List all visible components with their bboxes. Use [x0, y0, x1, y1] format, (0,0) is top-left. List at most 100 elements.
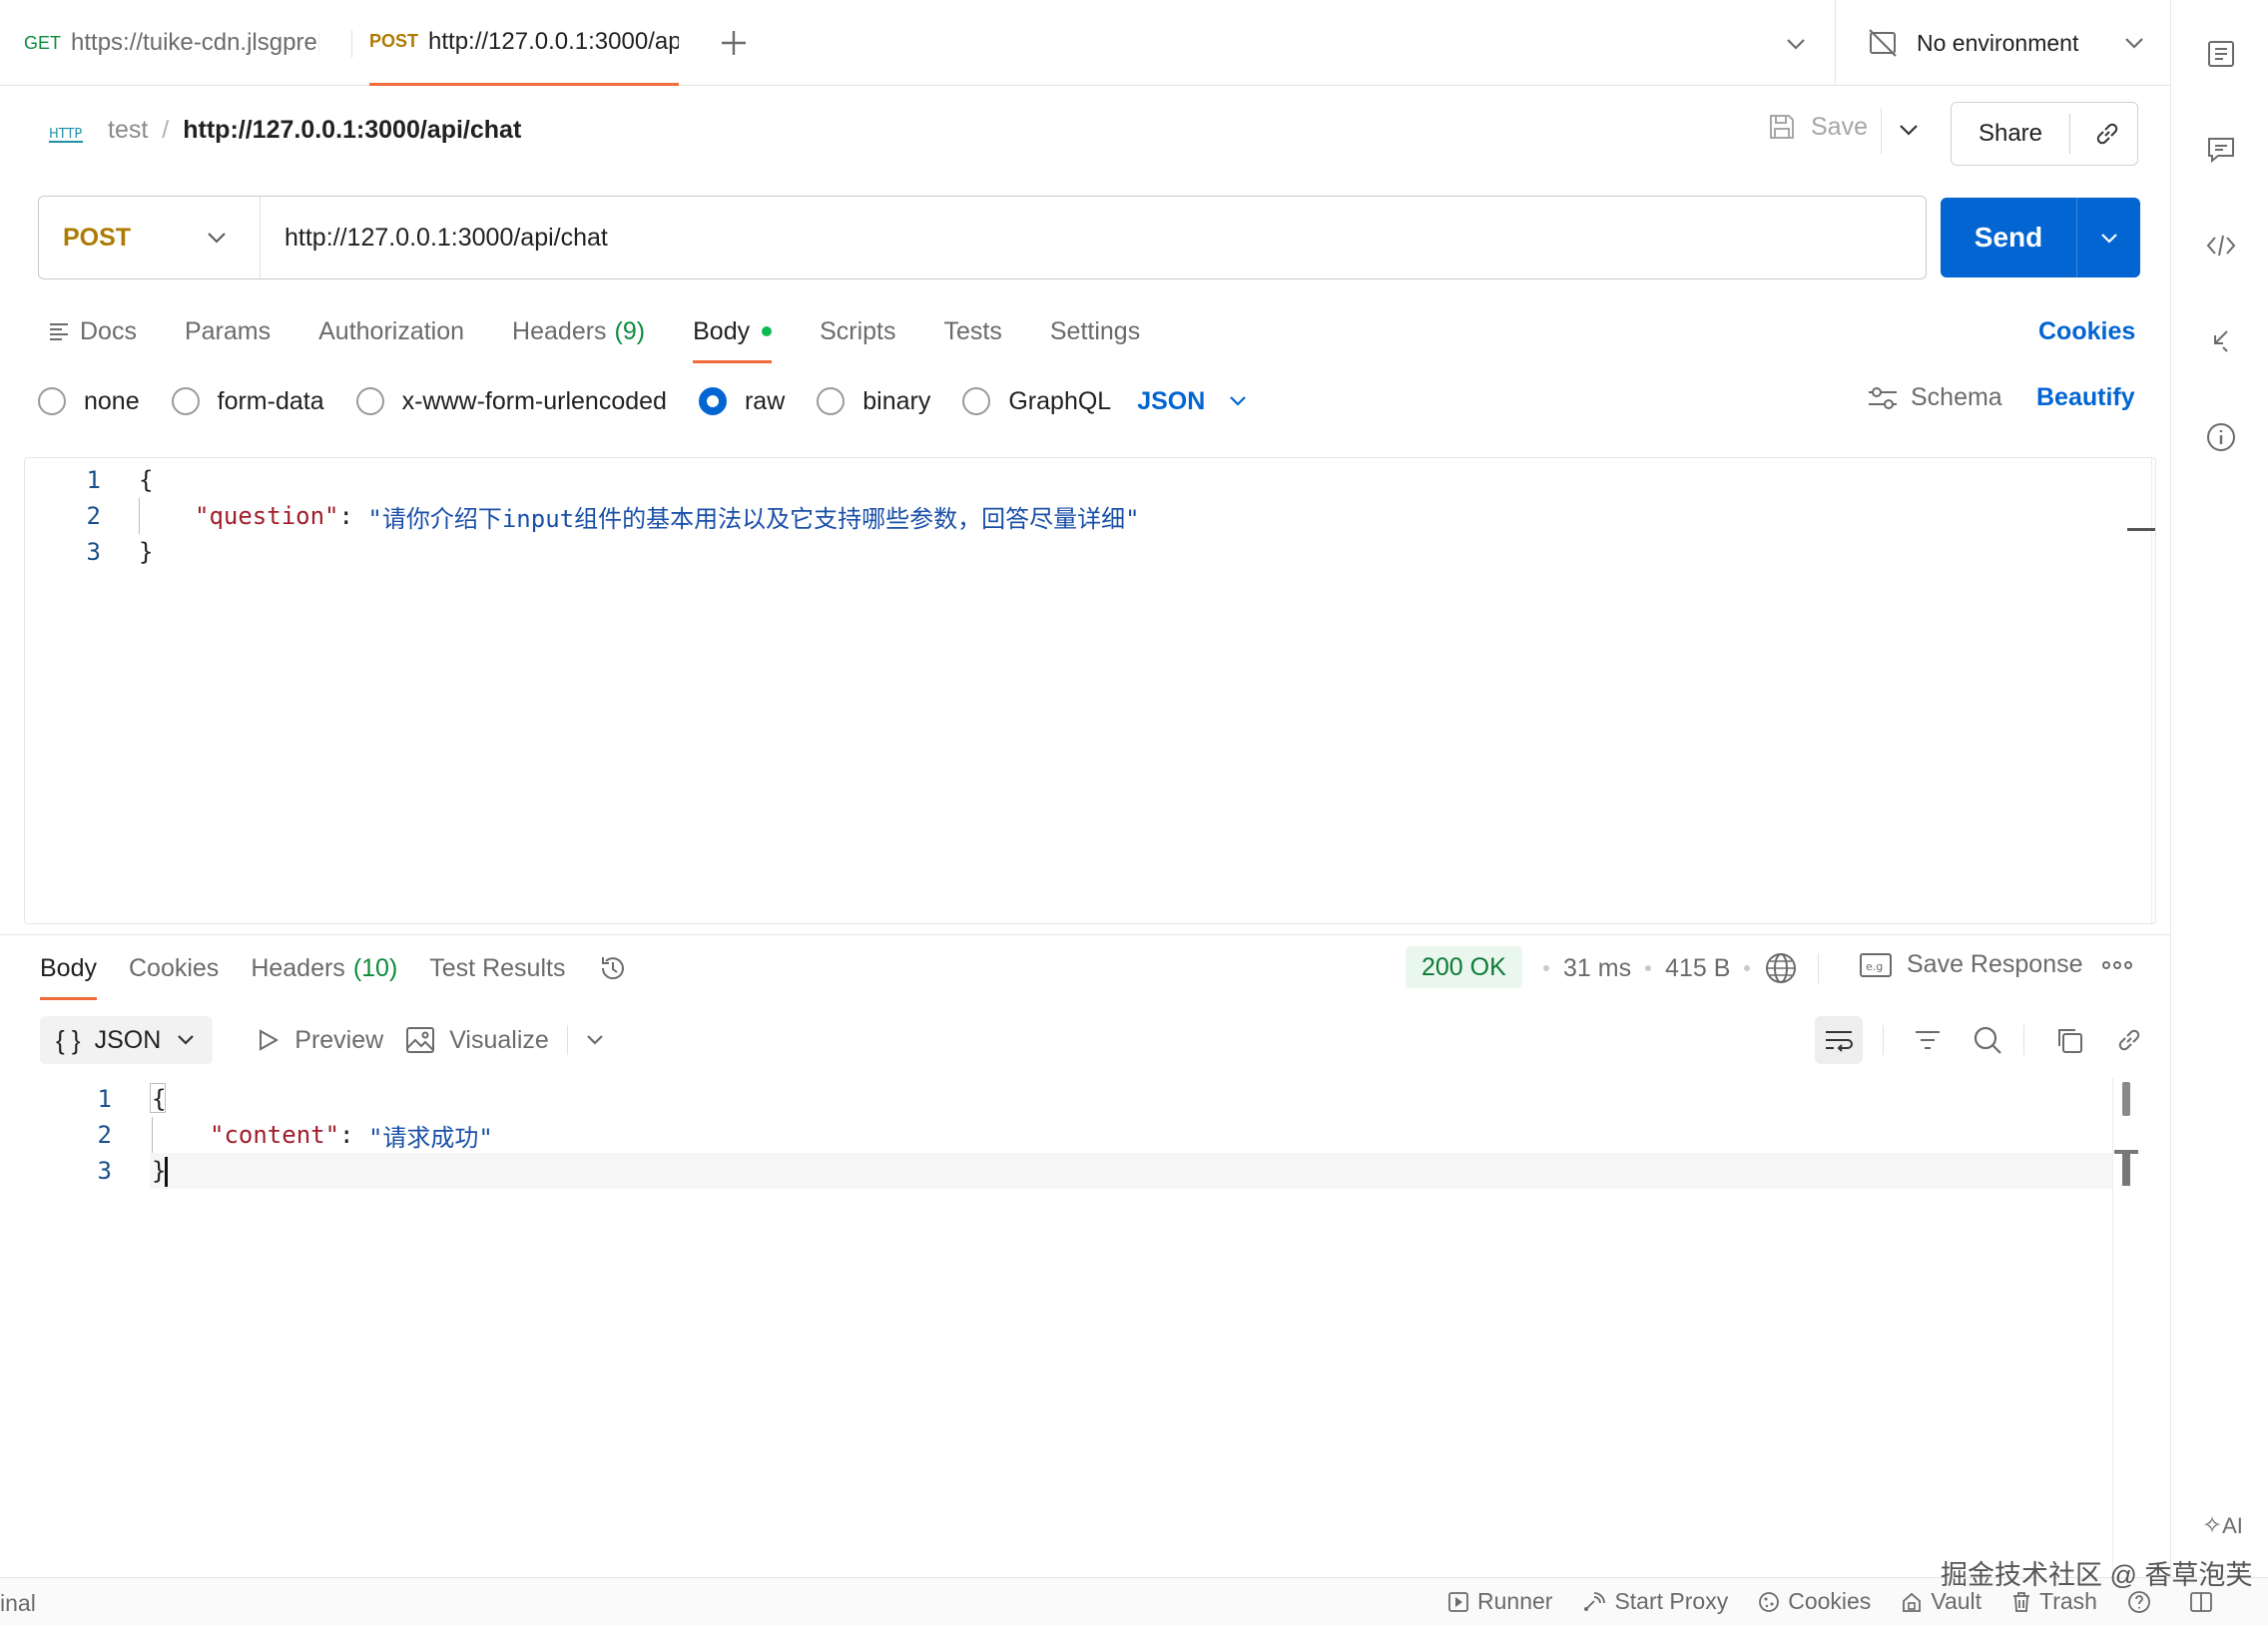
active-line-highlight [150, 1153, 2112, 1189]
body-type-binary[interactable]: binary [817, 387, 930, 416]
chevron-down-icon[interactable] [584, 1029, 606, 1051]
help-icon[interactable] [2127, 1590, 2159, 1614]
line-number: 3 [97, 1157, 112, 1185]
tab-authorization[interactable]: Authorization [318, 305, 464, 357]
separator-dot [1744, 965, 1751, 971]
scrollbar-marker [2127, 528, 2155, 531]
request-body-editor[interactable]: 1 2 3 { "question" : "请你介绍下input组件的基本用法以… [24, 457, 2156, 924]
response-tab-cookies[interactable]: Cookies [129, 942, 219, 994]
chevron-down-icon [175, 1029, 197, 1051]
chevron-down-icon[interactable] [1783, 32, 1809, 56]
tab-tests[interactable]: Tests [944, 305, 1002, 357]
layout-icon[interactable] [2189, 1590, 2221, 1614]
more-icon[interactable] [2102, 958, 2132, 972]
code-icon[interactable] [2205, 230, 2237, 262]
link-icon[interactable] [2114, 1025, 2144, 1055]
schema-button[interactable]: Schema [1867, 383, 2002, 412]
divider [1883, 1025, 1884, 1055]
response-tab-headers[interactable]: Headers (10) [251, 942, 397, 994]
cookies-button[interactable]: Cookies [1758, 1588, 1871, 1615]
beautify-button[interactable]: Beautify [2036, 383, 2135, 412]
cookies-link[interactable]: Cookies [2038, 317, 2135, 346]
send-button[interactable]: Send [1941, 198, 2140, 277]
chevron-down-icon[interactable] [1897, 118, 1921, 142]
status-bar: inal Runner Start Proxy Cookies Vault Tr… [0, 1577, 2268, 1625]
radio-button[interactable] [817, 387, 846, 415]
response-size[interactable]: 415 B [1665, 954, 1730, 983]
save-response-label: Save Response [1907, 950, 2083, 978]
tab-scripts[interactable]: Scripts [820, 305, 895, 357]
radio-button[interactable] [355, 387, 384, 415]
tab-settings[interactable]: Settings [1050, 305, 1140, 357]
documentation-icon[interactable] [2205, 38, 2237, 70]
svg-text:HTTP: HTTP [49, 127, 82, 142]
url-input[interactable]: http://127.0.0.1:3000/api/chat [261, 224, 608, 253]
filter-icon[interactable] [1914, 1028, 1942, 1052]
body-type-graphql[interactable]: GraphQL [962, 387, 1111, 416]
send-label: Send [1974, 222, 2043, 253]
save-icon [1767, 112, 1811, 142]
related-icon[interactable] [2205, 325, 2237, 357]
body-type-none[interactable]: none [38, 387, 140, 416]
start-proxy-label: Start Proxy [1614, 1588, 1729, 1614]
url-bar: POST http://127.0.0.1:3000/api/chat [38, 196, 1927, 279]
tab-params[interactable]: Params [185, 305, 271, 357]
tab-headers-label: Headers [512, 316, 607, 345]
raw-format-select[interactable]: JSON [1137, 387, 1249, 416]
tab-post-request[interactable]: POST http://127.0.0.1:3000/ap [369, 0, 679, 86]
environment-selector[interactable]: No environment [1867, 0, 2146, 86]
visualize-button[interactable]: Visualize [405, 1026, 549, 1055]
history-icon[interactable] [597, 942, 629, 994]
radio-button[interactable] [171, 387, 200, 415]
link-icon[interactable] [2092, 119, 2122, 149]
chevron-down-icon[interactable] [2097, 226, 2121, 250]
body-type-form-data[interactable]: form-data [171, 386, 324, 416]
response-format-select[interactable]: { } JSON [40, 1016, 214, 1064]
body-type-raw[interactable]: raw [698, 387, 785, 416]
preview-button[interactable]: Preview [255, 1026, 383, 1055]
body-type-urlencoded[interactable]: x-www-form-urlencoded [355, 387, 667, 416]
save-response-button[interactable]: e.g Save Response [1859, 950, 2083, 979]
wrap-icon[interactable] [1815, 1016, 1863, 1064]
terminal-label[interactable]: inal [0, 1590, 36, 1617]
braces-icon: { } [56, 1024, 81, 1055]
ai-icon[interactable]: ✧AI [2202, 1511, 2243, 1540]
response-tab-body[interactable]: Body [40, 942, 97, 1000]
breadcrumb-collection[interactable]: test [108, 116, 148, 145]
search-icon[interactable] [1972, 1024, 2003, 1056]
plus-icon[interactable] [719, 28, 749, 58]
body-type-label: form-data [217, 386, 324, 415]
trash-icon [2011, 1591, 2039, 1613]
comments-icon[interactable] [2205, 134, 2237, 166]
close-brace: } [139, 538, 154, 566]
preview-icon [255, 1027, 294, 1053]
start-proxy-button[interactable]: Start Proxy [1582, 1588, 1728, 1615]
tab-headers[interactable]: Headers (9) [512, 305, 645, 357]
info-icon[interactable] [2205, 421, 2237, 453]
tab-method: GET [24, 32, 62, 53]
method-select[interactable]: POST [39, 197, 261, 278]
tab-docs[interactable]: Docs [48, 305, 137, 357]
radio-button[interactable] [962, 387, 991, 415]
pane-divider[interactable] [0, 934, 2170, 935]
runner-button[interactable]: Runner [1447, 1588, 1552, 1615]
tab-body[interactable]: Body [693, 305, 773, 363]
save-button[interactable]: Save [1767, 112, 1868, 142]
vault-button[interactable]: Vault [1901, 1588, 1982, 1615]
status-badge[interactable]: 200 OK [1406, 946, 1522, 988]
copy-icon[interactable] [2054, 1025, 2084, 1055]
scrollbar-track[interactable] [2112, 1078, 2113, 1577]
trash-button[interactable]: Trash [2011, 1588, 2097, 1615]
response-tab-test-results[interactable]: Test Results [429, 942, 565, 994]
json-colon: : [338, 502, 368, 530]
body-type-label: binary [862, 386, 931, 415]
tab-get-request[interactable]: GET https://tuike-cdn.jlsgpre| [24, 0, 319, 86]
share-button[interactable]: Share [1951, 102, 2138, 166]
globe-icon[interactable] [1764, 951, 1798, 985]
response-time[interactable]: 31 ms [1563, 954, 1631, 983]
runner-label: Runner [1477, 1588, 1553, 1614]
request-title[interactable]: http://127.0.0.1:3000/api/chat [183, 116, 521, 145]
radio-button[interactable] [38, 387, 66, 415]
radio-button-selected[interactable] [698, 387, 727, 415]
scrollbar-thumb[interactable] [2122, 1082, 2130, 1116]
